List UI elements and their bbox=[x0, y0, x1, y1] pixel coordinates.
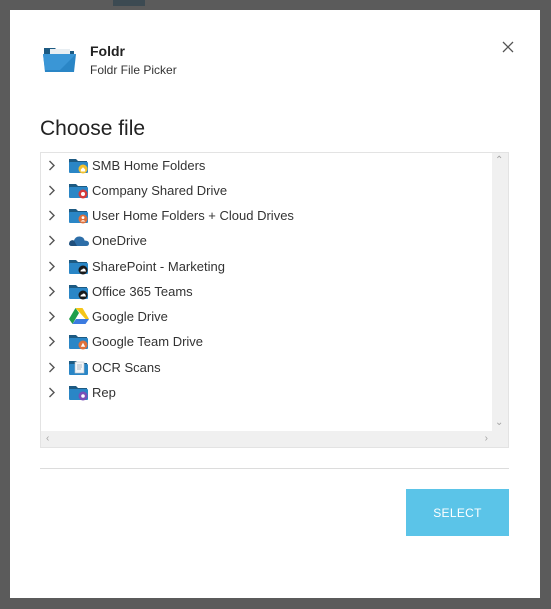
tree-item-label: Google Drive bbox=[92, 308, 168, 324]
google-drive-icon bbox=[68, 306, 90, 326]
office365-teams-folder-icon bbox=[68, 281, 90, 301]
footer-divider bbox=[40, 468, 509, 469]
tree-item-label: Company Shared Drive bbox=[92, 182, 228, 198]
chevron-right-icon[interactable] bbox=[46, 386, 58, 398]
chevron-right-icon[interactable] bbox=[46, 361, 58, 373]
chevron-right-icon[interactable] bbox=[46, 184, 58, 196]
tree-item-label: SharePoint - Marketing bbox=[92, 258, 225, 274]
tree-item-rep[interactable]: Rep bbox=[41, 381, 491, 403]
tree-item-label: Office 365 Teams bbox=[92, 283, 193, 299]
ocr-scans-folder-icon bbox=[68, 357, 90, 377]
chevron-right-icon[interactable] bbox=[46, 285, 58, 297]
tree-item-label: SMB Home Folders bbox=[92, 157, 206, 173]
scroll-right-icon[interactable]: › bbox=[485, 434, 488, 444]
onedrive-cloud-icon bbox=[68, 230, 90, 250]
select-button[interactable]: SELECT bbox=[406, 489, 509, 536]
scroll-left-icon[interactable]: ‹ bbox=[46, 434, 49, 444]
sharepoint-folder-icon bbox=[68, 256, 90, 276]
file-tree: SMB Home Folders Company Shared Drive Us… bbox=[40, 152, 509, 448]
chevron-right-icon[interactable] bbox=[46, 310, 58, 322]
chevron-right-icon[interactable] bbox=[46, 260, 58, 272]
user-home-folder-icon bbox=[68, 205, 90, 225]
tree-item-ocr-scans[interactable]: OCR Scans bbox=[41, 356, 491, 378]
chevron-right-icon[interactable] bbox=[46, 159, 58, 171]
tree-item-label: OCR Scans bbox=[92, 359, 161, 375]
tree-item-label: Google Team Drive bbox=[92, 333, 204, 349]
smb-home-folder-icon bbox=[68, 155, 90, 175]
scroll-up-icon[interactable]: ⌃ bbox=[495, 156, 503, 166]
google-team-drive-folder-icon bbox=[68, 331, 90, 351]
tree-item-google-drive[interactable]: Google Drive bbox=[41, 305, 491, 327]
chevron-right-icon[interactable] bbox=[46, 209, 58, 221]
app-subtitle: Foldr File Picker bbox=[90, 63, 177, 77]
file-picker-dialog: Foldr Foldr File Picker Choose file SMB … bbox=[10, 10, 540, 598]
tree-item-label: OneDrive bbox=[92, 232, 147, 248]
vertical-scrollbar[interactable]: ⌃ ⌄ bbox=[492, 153, 508, 431]
tree-item-smb-home-folders[interactable]: SMB Home Folders bbox=[41, 154, 491, 176]
tree-item-label: User Home Folders + Cloud Drives bbox=[92, 207, 294, 223]
scroll-down-icon[interactable]: ⌄ bbox=[495, 418, 503, 428]
tree-item-office-365-teams[interactable]: Office 365 Teams bbox=[41, 280, 491, 302]
foldr-logo-icon bbox=[40, 40, 80, 80]
chevron-right-icon[interactable] bbox=[46, 335, 58, 347]
shared-drive-folder-icon bbox=[68, 180, 90, 200]
chevron-right-icon[interactable] bbox=[46, 234, 58, 246]
tree-item-onedrive[interactable]: OneDrive bbox=[41, 229, 491, 251]
rep-folder-icon bbox=[68, 382, 90, 402]
horizontal-scrollbar[interactable]: ‹ › bbox=[41, 431, 508, 447]
tree-item-label: Rep bbox=[92, 384, 116, 400]
tree-item-google-team-drive[interactable]: Google Team Drive bbox=[41, 330, 491, 352]
dialog-title: Choose file bbox=[40, 117, 146, 140]
tree-item-user-home-folders-cloud-drives[interactable]: User Home Folders + Cloud Drives bbox=[41, 204, 491, 226]
tree-item-sharepoint-marketing[interactable]: SharePoint - Marketing bbox=[41, 255, 491, 277]
tree-item-company-shared-drive[interactable]: Company Shared Drive bbox=[41, 179, 491, 201]
background-tab bbox=[113, 0, 145, 6]
app-name: Foldr bbox=[90, 43, 125, 59]
close-icon[interactable] bbox=[499, 38, 517, 56]
